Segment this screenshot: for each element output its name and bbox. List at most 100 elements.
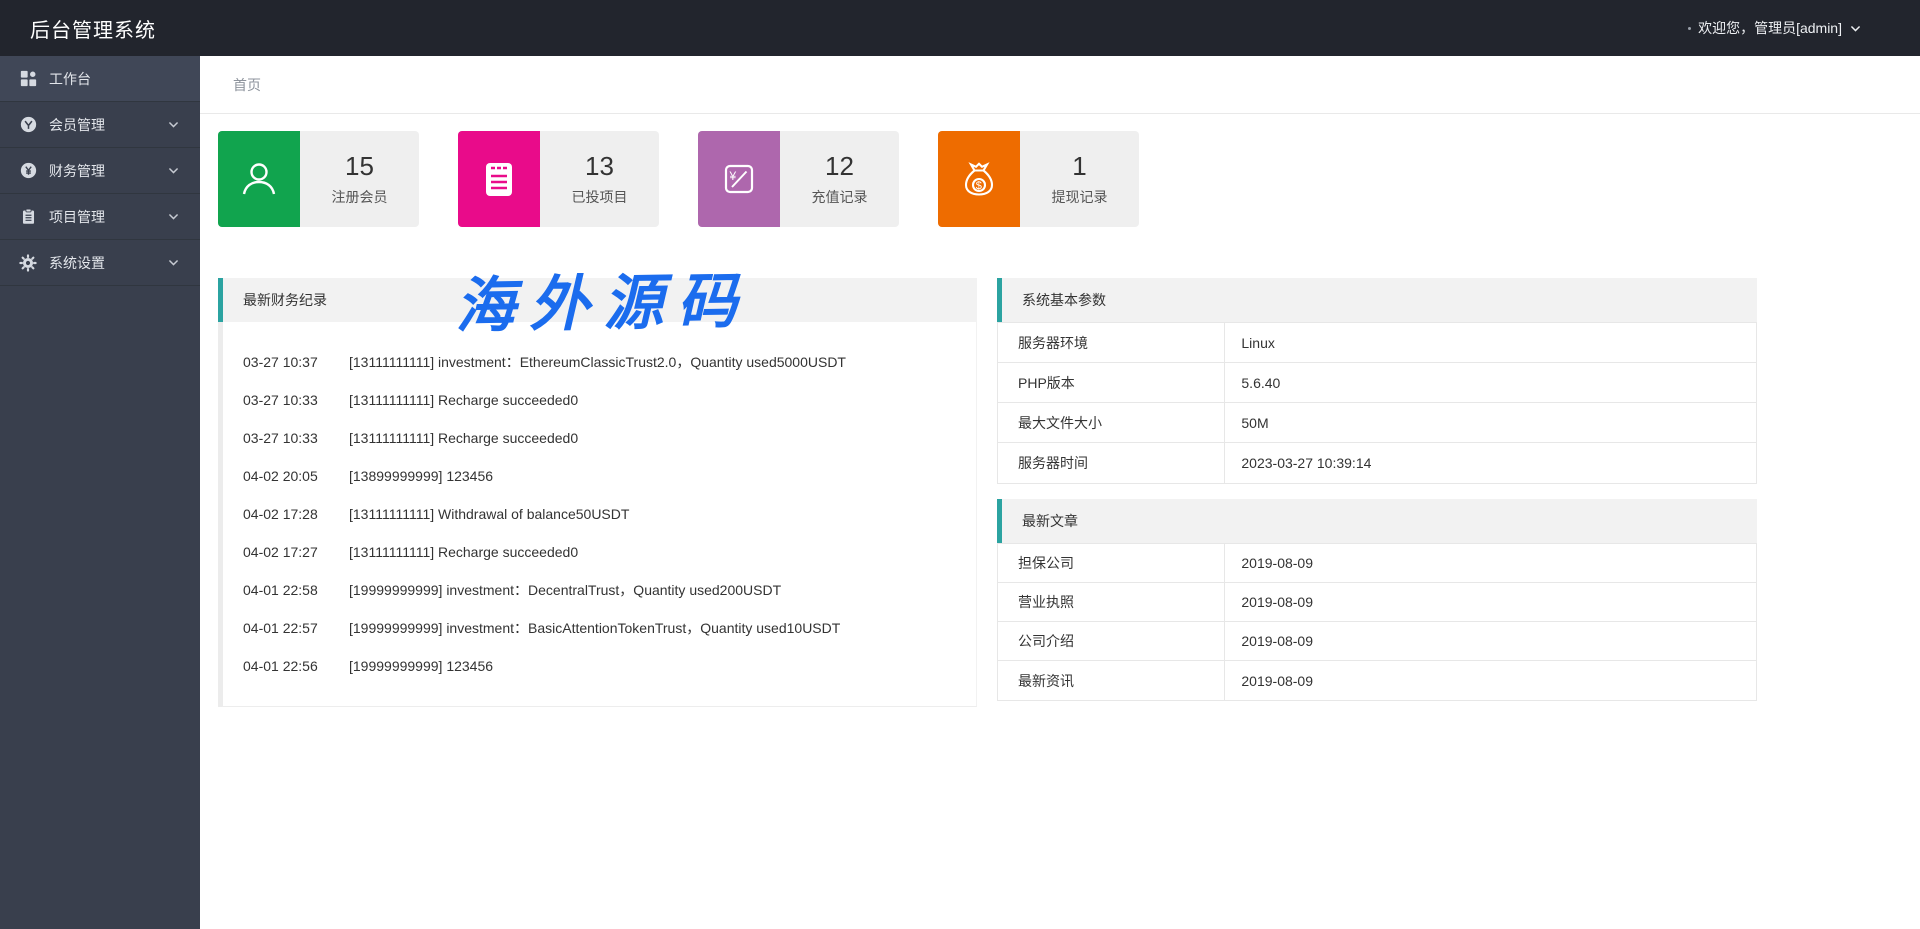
record-text: [13111111111] Recharge succeeded0 bbox=[349, 430, 578, 446]
sidebar-item-label: 财务管理 bbox=[49, 161, 105, 181]
panel-header: 最新财务纪录 bbox=[218, 278, 977, 322]
row-label[interactable]: 最新资讯 bbox=[998, 661, 1225, 700]
record-row: 03-27 10:33 [13111111111] Recharge succe… bbox=[223, 419, 976, 457]
finance-records-panel: 最新财务纪录 03-27 10:37 [13111111111] investm… bbox=[218, 278, 977, 707]
sidebar: 工作台 会员管理 财务管理 bbox=[0, 56, 200, 929]
panel-title: 最新财务纪录 bbox=[243, 290, 327, 310]
right-column: 系统基本参数 服务器环境 Linux PHP版本 5.6.40 bbox=[997, 278, 1757, 701]
user-menu[interactable]: 欢迎您，管理员[admin] bbox=[1688, 18, 1920, 38]
record-row: 04-02 17:28 [13111111111] Withdrawal of … bbox=[223, 495, 976, 533]
spacer bbox=[997, 484, 1757, 499]
stat-label: 提现记录 bbox=[1052, 187, 1108, 207]
chevron-down-icon bbox=[167, 210, 180, 223]
chevron-down-icon bbox=[167, 256, 180, 269]
topbar: 后台管理系统 欢迎您，管理员[admin] bbox=[0, 0, 1920, 56]
table-row: 最大文件大小 50M bbox=[998, 403, 1756, 443]
dashboard-columns: 最新财务纪录 03-27 10:37 [13111111111] investm… bbox=[218, 278, 1920, 707]
record-text: [19999999999] 123456 bbox=[349, 658, 493, 674]
stat-card-body: 12 充值记录 bbox=[780, 131, 899, 227]
record-time: 04-02 17:28 bbox=[243, 506, 327, 522]
stat-card-body: 15 注册会员 bbox=[300, 131, 419, 227]
row-label[interactable]: 担保公司 bbox=[998, 544, 1225, 582]
table-row: 营业执照 2019-08-09 bbox=[998, 583, 1756, 622]
app-title: 后台管理系统 bbox=[0, 14, 156, 43]
system-params-panel: 系统基本参数 服务器环境 Linux PHP版本 5.6.40 bbox=[997, 278, 1757, 484]
member-circle-icon bbox=[18, 116, 38, 133]
content-area: 15 注册会员 13 已投项目 bbox=[200, 114, 1920, 707]
record-time: 04-02 20:05 bbox=[243, 468, 327, 484]
record-text: [13111111111] Withdrawal of balance50USD… bbox=[349, 506, 629, 522]
row-value: 2019-08-09 bbox=[1225, 661, 1756, 700]
row-label: 最大文件大小 bbox=[998, 403, 1225, 442]
row-label[interactable]: 营业执照 bbox=[998, 583, 1225, 621]
chevron-down-icon bbox=[1849, 22, 1862, 35]
table-row: 服务器时间 2023-03-27 10:39:14 bbox=[998, 443, 1756, 483]
stat-value: 12 bbox=[825, 151, 854, 182]
row-label: PHP版本 bbox=[998, 363, 1225, 402]
stat-card-body: 13 已投项目 bbox=[540, 131, 659, 227]
table-row: 服务器环境 Linux bbox=[998, 323, 1756, 363]
stat-card-registered-members[interactable]: 15 注册会员 bbox=[218, 131, 419, 227]
sidebar-item-workbench[interactable]: 工作台 bbox=[0, 56, 200, 102]
record-row: 04-01 22:58 [19999999999] investment：Dec… bbox=[223, 571, 976, 609]
record-text: [19999999999] investment：DecentralTrust，… bbox=[349, 580, 781, 600]
chevron-down-icon bbox=[167, 118, 180, 131]
record-row: 04-02 17:27 [13111111111] Recharge succe… bbox=[223, 533, 976, 571]
chevron-down-icon bbox=[167, 164, 180, 177]
separator-dot bbox=[1688, 27, 1691, 30]
row-label: 服务器环境 bbox=[998, 323, 1225, 362]
breadcrumb: 首页 bbox=[200, 56, 1920, 114]
record-row: 04-02 20:05 [13899999999] 123456 bbox=[223, 457, 976, 495]
row-value: 2023-03-27 10:39:14 bbox=[1225, 443, 1756, 483]
record-text: [13111111111] Recharge succeeded0 bbox=[349, 544, 578, 560]
table-row: PHP版本 5.6.40 bbox=[998, 363, 1756, 403]
stat-card-body: 1 提现记录 bbox=[1020, 131, 1139, 227]
row-value: 5.6.40 bbox=[1225, 363, 1756, 402]
table-row: 担保公司 2019-08-09 bbox=[998, 544, 1756, 583]
stat-card-invested-projects[interactable]: 13 已投项目 bbox=[458, 131, 659, 227]
record-time: 04-01 22:56 bbox=[243, 658, 327, 674]
panel-header: 系统基本参数 bbox=[997, 278, 1757, 322]
stat-card-withdraw-records[interactable]: $ 1 提现记录 bbox=[938, 131, 1139, 227]
finance-yen-icon bbox=[18, 162, 38, 179]
sidebar-item-settings[interactable]: 系统设置 bbox=[0, 240, 200, 286]
row-value: 2019-08-09 bbox=[1225, 544, 1756, 582]
panel-title: 系统基本参数 bbox=[1022, 290, 1106, 310]
record-text: [13111111111] investment：EthereumClassic… bbox=[349, 352, 846, 372]
settings-gear-icon bbox=[18, 254, 38, 272]
panel-title: 最新文章 bbox=[1022, 511, 1078, 531]
articles-panel: 最新文章 担保公司 2019-08-09 营业执照 2019-0 bbox=[997, 499, 1757, 701]
stat-card-recharge-records[interactable]: ¥ 12 充值记录 bbox=[698, 131, 899, 227]
breadcrumb-home-link[interactable]: 首页 bbox=[233, 77, 261, 93]
finance-records-list: 03-27 10:37 [13111111111] investment：Eth… bbox=[218, 322, 977, 707]
sidebar-item-label: 会员管理 bbox=[49, 115, 105, 135]
record-row: 03-27 10:33 [13111111111] Recharge succe… bbox=[223, 381, 976, 419]
main-content: 首页 15 注册会员 bbox=[200, 56, 1920, 929]
row-label: 服务器时间 bbox=[998, 443, 1225, 483]
record-text: [13111111111] Recharge succeeded0 bbox=[349, 392, 578, 408]
recharge-yen-icon: ¥ bbox=[698, 131, 780, 227]
articles-table: 担保公司 2019-08-09 营业执照 2019-08-09 公司介绍 bbox=[997, 543, 1757, 701]
record-time: 04-01 22:57 bbox=[243, 620, 327, 636]
project-clipboard-icon bbox=[18, 208, 38, 225]
stat-value: 1 bbox=[1072, 151, 1086, 182]
stat-value: 13 bbox=[585, 151, 614, 182]
user-icon bbox=[218, 131, 300, 227]
welcome-user-label: 欢迎您，管理员[admin] bbox=[1698, 18, 1842, 38]
sidebar-item-projects[interactable]: 项目管理 bbox=[0, 194, 200, 240]
stat-value: 15 bbox=[345, 151, 374, 182]
stat-cards-row: 15 注册会员 13 已投项目 bbox=[218, 131, 1920, 227]
record-time: 04-01 22:58 bbox=[243, 582, 327, 598]
money-bag-icon: $ bbox=[938, 131, 1020, 227]
invested-list-icon bbox=[458, 131, 540, 227]
record-row: 04-01 22:56 [19999999999] 123456 bbox=[223, 647, 976, 685]
svg-text:$: $ bbox=[976, 180, 982, 192]
row-label[interactable]: 公司介绍 bbox=[998, 622, 1225, 660]
sidebar-item-members[interactable]: 会员管理 bbox=[0, 102, 200, 148]
record-row: 04-01 22:57 [19999999999] investment：Bas… bbox=[223, 609, 976, 647]
system-params-table: 服务器环境 Linux PHP版本 5.6.40 最大文件大小 50 bbox=[997, 322, 1757, 484]
record-text: [19999999999] investment：BasicAttentionT… bbox=[349, 618, 840, 638]
sidebar-item-label: 项目管理 bbox=[49, 207, 105, 227]
sidebar-item-finance[interactable]: 财务管理 bbox=[0, 148, 200, 194]
stat-label: 已投项目 bbox=[572, 187, 628, 207]
